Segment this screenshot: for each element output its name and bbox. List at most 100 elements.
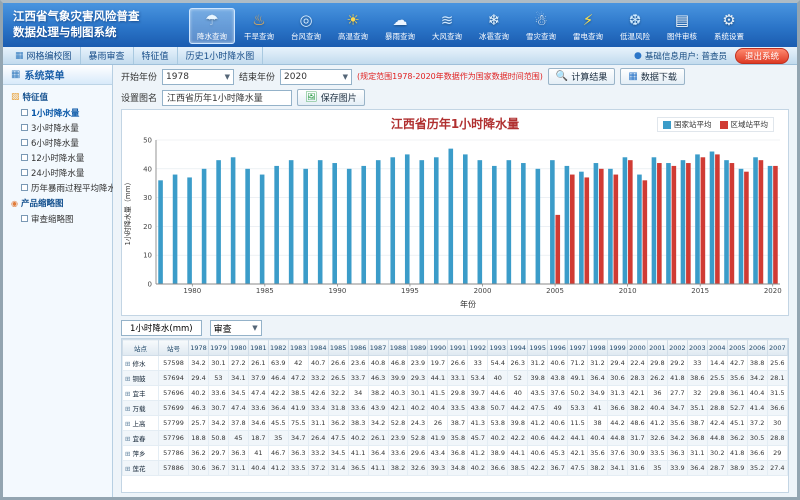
table-row[interactable]: ⊞ 上高5779925.734.237.834.645.575.531.136.…: [123, 416, 788, 431]
value-type-box[interactable]: 1小时降水(mm): [121, 320, 202, 336]
value-cell: 44.2: [548, 431, 568, 446]
table-row[interactable]: ⊞ 莲花5788630.636.731.140.441.233.537.231.…: [123, 461, 788, 476]
hail-icon: ❄: [482, 10, 506, 31]
tab-item-4[interactable]: 历史1小时降水图: [178, 47, 264, 64]
checkbox-icon[interactable]: [21, 139, 28, 146]
expand-icon[interactable]: ⊞: [125, 420, 133, 428]
value-cell: 38.6: [687, 371, 707, 386]
col-header-id: 站号: [159, 340, 189, 356]
value-cell: 38.5: [288, 386, 308, 401]
tree-item-label: 24小时降水量: [31, 167, 84, 179]
content: 开始年份 1978 ▼ 结束年份 2020 ▼ (规定范围1978-2020年数…: [113, 65, 797, 497]
value-cell: 40.6: [528, 431, 548, 446]
value-cell: 42.1: [627, 386, 647, 401]
tab-item-1[interactable]: ▦网格编校图: [7, 47, 81, 64]
value-cell: 48.6: [627, 416, 647, 431]
toolbar-item-rain[interactable]: ☂降水查询: [189, 8, 235, 44]
tree-item[interactable]: 6小时降水量: [5, 135, 110, 150]
chart-name-input[interactable]: 江西省历年1小时降水量: [162, 90, 292, 106]
checkbox-icon[interactable]: [21, 184, 28, 191]
calc-button[interactable]: 🔍 计算结果: [548, 68, 615, 85]
station-name-cell[interactable]: ⊞ 上高: [123, 416, 159, 431]
value-cell: 36.4: [687, 461, 707, 476]
station-name-cell[interactable]: ⊞ 宜丰: [123, 386, 159, 401]
table-row[interactable]: ⊞ 修水5759834.230.127.226.163.94240.726.62…: [123, 356, 788, 371]
station-name-cell[interactable]: ⊞ 萍乡: [123, 446, 159, 461]
tree-group-1[interactable]: ▧特征值: [5, 89, 110, 105]
expand-icon[interactable]: ⊞: [125, 405, 133, 413]
table-row[interactable]: ⊞ 万载5769946.330.747.433.636.441.933.431.…: [123, 401, 788, 416]
value-cell: 34.5: [328, 446, 348, 461]
value-cell: 36.6: [747, 446, 767, 461]
tree-item[interactable]: 12小时降水量: [5, 150, 110, 165]
expand-icon[interactable]: ⊞: [125, 375, 133, 383]
tree-item[interactable]: 审查缩略图: [5, 211, 110, 226]
value-cell: 41.3: [468, 416, 488, 431]
toolbar-item-snow[interactable]: ☃雪灾查询: [518, 8, 564, 44]
download-button[interactable]: ▦ 数据下载: [620, 68, 684, 85]
logout-button[interactable]: 退出系统: [735, 48, 789, 64]
table-row[interactable]: ⊞ 铜鼓5769429.45334.137.946.447.233.226.53…: [123, 371, 788, 386]
checkbox-icon[interactable]: [21, 215, 28, 222]
station-name-cell[interactable]: ⊞ 莲花: [123, 461, 159, 476]
tab-item-3[interactable]: 特征值: [134, 47, 178, 64]
station-table-wrap[interactable]: 站点站号197819791980198119821983198419851986…: [121, 338, 789, 493]
expand-icon[interactable]: ⊞: [125, 450, 133, 458]
tree-group-2[interactable]: ◉产品缩略图: [5, 195, 110, 211]
toolbar-item-cold[interactable]: ❆低温风险: [612, 8, 658, 44]
value-cell: 26.4: [308, 431, 328, 446]
station-name-cell[interactable]: ⊞ 铜鼓: [123, 371, 159, 386]
checkbox-icon[interactable]: [21, 169, 28, 176]
table-row[interactable]: ⊞ 宜春5779618.850.84518.73534.726.447.540.…: [123, 431, 788, 446]
value-cell: 36.8: [448, 446, 468, 461]
station-name-cell[interactable]: ⊞ 修水: [123, 356, 159, 371]
col-header-year: 1994: [508, 340, 528, 356]
toolbar-item-heat[interactable]: ☀高温查询: [330, 8, 376, 44]
end-year-label: 结束年份: [239, 70, 275, 83]
value-cell: 40.6: [548, 416, 568, 431]
toolbar-item-hail[interactable]: ❄冰雹查询: [471, 8, 517, 44]
checkbox-icon[interactable]: [21, 109, 28, 116]
toolbar-item-wind[interactable]: ≋大风查询: [424, 8, 470, 44]
tab-item-2[interactable]: 暴雨审查: [81, 47, 134, 64]
toolbar-item-review[interactable]: ▤图件审核: [659, 8, 705, 44]
value-cell: 40: [508, 386, 528, 401]
toolbar-item-settings[interactable]: ⚙系统设置: [706, 8, 752, 44]
wind-icon: ≋: [435, 10, 459, 31]
value-cell: 37.6: [608, 446, 628, 461]
typhoon-icon: ◎: [294, 10, 318, 31]
tree-item[interactable]: 1小时降水量: [5, 105, 110, 120]
start-year-select[interactable]: 1978 ▼: [162, 69, 234, 85]
value-cell: 38.9: [727, 461, 747, 476]
save-image-button[interactable]: 🖼 保存图片: [297, 89, 365, 106]
checkbox-icon[interactable]: [21, 124, 28, 131]
toolbar-item-storm[interactable]: ☁暴雨查询: [377, 8, 423, 44]
tree-item[interactable]: 24小时降水量: [5, 165, 110, 180]
tree-item[interactable]: 历年暴雨过程平均降水量: [5, 180, 110, 195]
expand-icon[interactable]: ⊞: [125, 435, 133, 443]
station-name-cell[interactable]: ⊞ 万载: [123, 401, 159, 416]
station-name: 宜春: [133, 435, 146, 443]
table-row[interactable]: ⊞ 宜丰5769640.233.634.547.442.238.542.632.…: [123, 386, 788, 401]
value-cell: 41.5: [428, 386, 448, 401]
value-cell: 34.2: [208, 416, 228, 431]
station-name-cell[interactable]: ⊞ 宜春: [123, 431, 159, 446]
value-cell: 34.2: [189, 356, 209, 371]
toolbar-item-lightning[interactable]: ⚡雷电查询: [565, 8, 611, 44]
table-row[interactable]: ⊞ 萍乡5778636.229.736.34146.736.333.234.54…: [123, 446, 788, 461]
value-cell: 30.5: [747, 431, 767, 446]
end-year-select[interactable]: 2020 ▼: [280, 69, 352, 85]
value-cell: 26.1: [368, 431, 388, 446]
station-id-cell: 57799: [159, 416, 189, 431]
value-cell: 41.9: [428, 431, 448, 446]
toolbar-item-drought[interactable]: ♨干旱查询: [236, 8, 282, 44]
toolbar-item-typhoon[interactable]: ◎台风查询: [283, 8, 329, 44]
value-cell: 44.2: [608, 416, 628, 431]
review-select[interactable]: 审查 ▼: [210, 320, 262, 336]
expand-icon[interactable]: ⊞: [125, 360, 133, 368]
checkbox-icon[interactable]: [21, 154, 28, 161]
tree-item[interactable]: 3小时降水量: [5, 120, 110, 135]
expand-icon[interactable]: ⊞: [125, 465, 133, 473]
expand-icon[interactable]: ⊞: [125, 390, 133, 398]
toolbar-item-label: 高温查询: [338, 31, 368, 42]
